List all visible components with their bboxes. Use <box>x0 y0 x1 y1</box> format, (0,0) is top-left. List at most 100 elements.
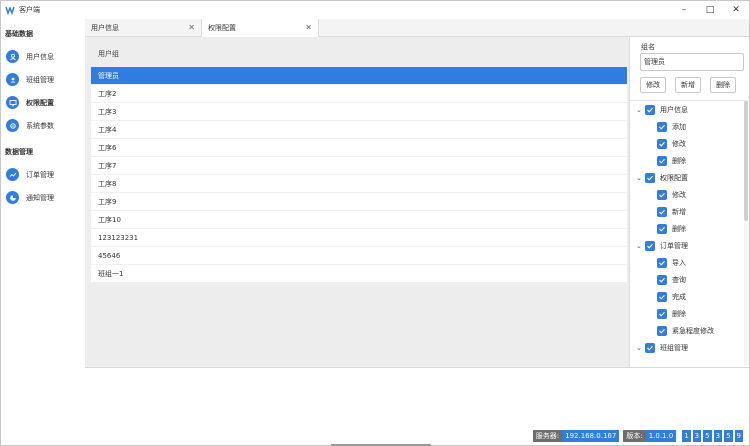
sidebar-item-notifications[interactable]: 通知管理 <box>1 186 85 209</box>
list-item[interactable]: 工序10 <box>91 211 627 229</box>
checkbox-checked[interactable] <box>657 274 667 285</box>
tree-node-label: 新增 <box>672 207 686 216</box>
status-badge: 9 <box>734 430 743 442</box>
checkbox-checked[interactable] <box>657 308 667 319</box>
maximize-button[interactable]: □ <box>697 1 723 19</box>
grid-header: 用户组 <box>98 50 119 58</box>
sidebar-section-title: 数据管理 <box>5 148 33 156</box>
tree-node[interactable]: 修改 <box>657 135 686 152</box>
tree-node-label: 查询 <box>672 275 686 284</box>
chevron-down-icon[interactable]: ⌄ <box>636 106 644 114</box>
checkbox-checked[interactable] <box>645 104 655 115</box>
checkbox-checked[interactable] <box>657 257 667 268</box>
add-button[interactable]: 新增 <box>675 77 701 93</box>
tree-node[interactable]: ⌄ 权限配置 <box>636 169 688 186</box>
tree-node[interactable]: 删除 <box>657 220 686 237</box>
sidebar-item-user-info[interactable]: 用户信息 <box>1 45 85 68</box>
sidebar-item-orders[interactable]: 订单管理 <box>1 163 85 186</box>
user-group-list: 管理员 工序2 工序3 工序4 工序6 工序7 工序8 工序9 工序10 123… <box>91 67 627 283</box>
checkbox-checked[interactable] <box>657 206 667 217</box>
tree-node-label: 用户信息 <box>660 105 688 114</box>
checkbox-checked[interactable] <box>657 291 667 302</box>
close-button[interactable]: ✕ <box>723 1 749 19</box>
list-item[interactable]: 班组一1 <box>91 265 627 283</box>
tree-node[interactable]: 添加 <box>657 118 686 135</box>
checkbox-checked[interactable] <box>645 342 655 353</box>
chevron-down-icon[interactable]: ⌄ <box>636 242 644 250</box>
list-item[interactable]: 工序7 <box>91 157 627 175</box>
tree-node-label: 订单管理 <box>660 241 688 250</box>
list-item[interactable]: 工序6 <box>91 139 627 157</box>
close-icon[interactable]: ✕ <box>305 23 312 32</box>
tree-node-label: 修改 <box>672 139 686 148</box>
list-item[interactable]: 工序3 <box>91 103 627 121</box>
main-content: 用户组 管理员 工序2 工序3 工序4 工序6 工序7 工序8 工序9 工序10… <box>85 37 749 427</box>
scrollbar-thumb[interactable] <box>744 101 748 221</box>
tree-node-label: 紧急程度修改 <box>672 326 714 335</box>
tree-node[interactable]: 修改 <box>657 186 686 203</box>
tree-node[interactable]: 查询 <box>657 271 686 288</box>
tree-node[interactable]: 删除 <box>657 305 686 322</box>
checkbox-checked[interactable] <box>657 223 667 234</box>
tree-node[interactable]: 导入 <box>657 254 686 271</box>
tree-node[interactable]: 完成 <box>657 288 686 305</box>
checkbox-checked[interactable] <box>657 325 667 336</box>
sidebar-item-label: 班组管理 <box>26 75 54 84</box>
tab-user-info[interactable]: 用户信息 ✕ <box>85 19 202 37</box>
app-title: 客户端 <box>19 6 40 14</box>
version-value: 1.0.1.0 <box>645 430 677 442</box>
delete-button[interactable]: 删除 <box>710 77 736 93</box>
list-item[interactable]: 123123231 <box>91 229 627 247</box>
checkbox-checked[interactable] <box>657 121 667 132</box>
log-area <box>85 367 749 427</box>
list-item[interactable]: 工序4 <box>91 121 627 139</box>
list-item[interactable]: 45646 <box>91 247 627 265</box>
tree-node-label: 权限配置 <box>660 173 688 182</box>
sidebar-section-title: 基础数据 <box>5 30 33 38</box>
checkbox-checked[interactable] <box>645 172 655 183</box>
tree-node[interactable]: 新增 <box>657 203 686 220</box>
checkbox-checked[interactable] <box>657 138 667 149</box>
close-icon[interactable]: ✕ <box>188 23 195 32</box>
chevron-down-icon[interactable]: ⌄ <box>636 174 644 182</box>
chevron-down-icon[interactable]: ⌄ <box>636 344 644 352</box>
edit-button[interactable]: 修改 <box>640 77 666 93</box>
status-badge: 5 <box>703 430 712 442</box>
tree-node[interactable]: 紧急程度修改 <box>657 322 714 339</box>
permission-panel: 组名 修改 新增 删除 ⌄ 用户信息 添加 修改 <box>629 37 749 367</box>
checkbox-checked[interactable] <box>657 155 667 166</box>
list-item[interactable]: 工序9 <box>91 193 627 211</box>
user-icon <box>6 50 19 63</box>
group-name-input[interactable] <box>640 53 744 71</box>
sidebar-item-system-params[interactable]: 系统参数 <box>1 114 85 137</box>
tree-node[interactable]: 删除 <box>657 152 686 169</box>
list-item[interactable]: 工序8 <box>91 175 627 193</box>
sidebar-item-permissions[interactable]: 权限配置 <box>1 91 85 114</box>
settings-icon <box>6 119 19 132</box>
list-item[interactable]: 工序2 <box>91 85 627 103</box>
checkbox-checked[interactable] <box>657 189 667 200</box>
tree-node-label: 删除 <box>672 224 686 233</box>
permission-tree: ⌄ 用户信息 添加 修改 删除 ⌄ 权限配置 修改 新增 删除 ⌄ 订单管理 导… <box>630 100 748 365</box>
sidebar-item-label: 系统参数 <box>26 121 54 130</box>
tree-scrollbar[interactable] <box>744 101 748 365</box>
minimize-button[interactable]: – <box>671 1 697 19</box>
tab-permissions[interactable]: 权限配置 ✕ <box>202 19 319 37</box>
tree-node-label: 删除 <box>672 309 686 318</box>
app-logo-icon <box>5 5 15 15</box>
checkbox-checked[interactable] <box>645 240 655 251</box>
sidebar-item-team[interactable]: 班组管理 <box>1 68 85 91</box>
status-badge: 3 <box>692 430 702 442</box>
sidebar-item-label: 通知管理 <box>26 193 54 202</box>
tab-bar: 用户信息 ✕ 权限配置 ✕ <box>85 19 749 37</box>
app-window: 客户端 – □ ✕ 基础数据 用户信息 班组管理 权限配置 系统参数 数据管理 … <box>0 0 750 446</box>
status-badge: 1 <box>682 430 691 442</box>
tree-node[interactable]: ⌄ 用户信息 <box>636 101 688 118</box>
list-item[interactable]: 管理员 <box>91 67 627 85</box>
server-value: 192.168.0.167 <box>562 430 620 442</box>
window-controls: – □ ✕ <box>671 1 749 19</box>
tree-node[interactable]: ⌄ 订单管理 <box>636 237 688 254</box>
clock-icon <box>6 191 19 204</box>
tree-node[interactable]: ⌄ 班组管理 <box>636 339 688 356</box>
trend-icon <box>6 168 19 181</box>
